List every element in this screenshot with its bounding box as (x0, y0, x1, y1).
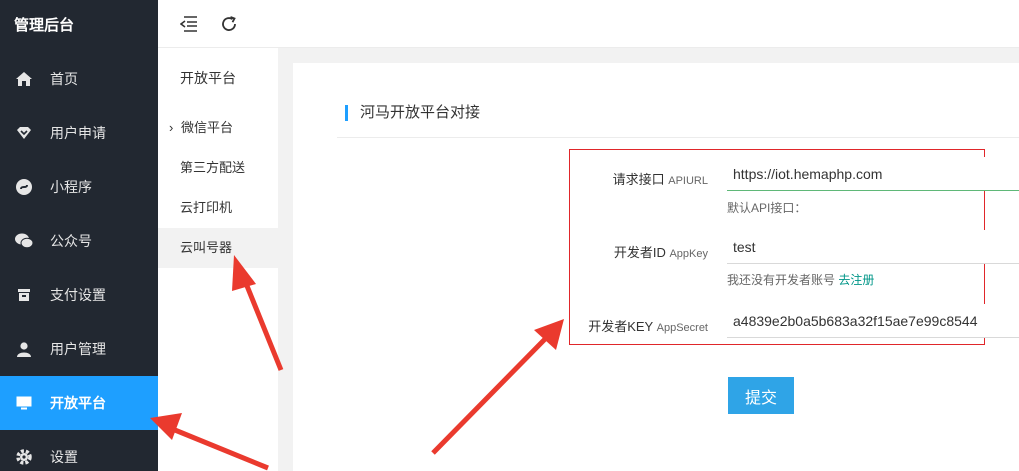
sidebar-item-user-applications[interactable]: 用户申请 (0, 106, 158, 160)
appkey-help-text: 我还没有开发者账号 (727, 273, 836, 287)
submenu-item-label: 微信平台 (181, 120, 234, 135)
apiurl-label-en: APIURL (668, 175, 708, 187)
monitor-icon (14, 393, 34, 413)
submenu-item-cloud-caller[interactable]: 云叫号器 (158, 228, 278, 268)
sidebar-item-label: 设置 (50, 449, 78, 465)
appkey-label-en: AppKey (669, 248, 708, 260)
app-brand: 管理后台 (14, 17, 75, 34)
payment-icon (14, 285, 34, 305)
top-bar (158, 0, 1019, 48)
sidebar: 管理后台 首页 用户申请 小程序 公众号 支付设置 用户管理 开放平台 设置 (0, 0, 158, 471)
user-icon (14, 339, 34, 359)
home-icon (14, 69, 34, 89)
secondary-menu: 开放平台 › 微信平台 第三方配送 云打印机 云叫号器 (158, 48, 278, 471)
main-card: 河马开放平台对接 请求接口 APIURL 默认API接口： 开发者ID AppK… (293, 63, 1019, 471)
sidebar-item-label: 开放平台 (50, 395, 106, 411)
sidebar-item-official-account[interactable]: 公众号 (0, 214, 158, 268)
sidebar-item-label: 支付设置 (50, 287, 106, 303)
appsecret-label: 开发者KEY AppSecret (563, 316, 708, 335)
appkey-help: 我还没有开发者账号 去注册 (727, 271, 874, 288)
sidebar-item-user-management[interactable]: 用户管理 (0, 322, 158, 376)
divider (337, 137, 1019, 138)
submit-button[interactable]: 提交 (728, 377, 794, 414)
heart-icon (14, 123, 34, 143)
miniapp-icon (14, 177, 34, 197)
wechat-icon (14, 231, 34, 251)
sidebar-item-label: 公众号 (50, 233, 92, 249)
submenu-item-cloud-printer[interactable]: 云打印机 (158, 188, 278, 228)
submenu-item-wechat-platform[interactable]: › 微信平台 (158, 108, 278, 148)
submenu-title: 开放平台 (180, 70, 236, 86)
sidebar-item-label: 小程序 (50, 179, 92, 195)
sidebar-item-label: 用户申请 (50, 125, 106, 141)
gear-icon (14, 447, 34, 467)
appkey-label: 开发者ID AppKey (563, 242, 708, 261)
sidebar-item-home[interactable]: 首页 (0, 52, 158, 106)
collapse-menu-icon[interactable] (178, 13, 200, 35)
sidebar-item-miniprogram[interactable]: 小程序 (0, 160, 158, 214)
card-title: 河马开放平台对接 (345, 105, 480, 121)
sidebar-item-open-platform[interactable]: 开放平台 (0, 376, 158, 430)
sidebar-item-label: 首页 (50, 71, 78, 87)
chevron-right-icon: › (169, 120, 174, 135)
appsecret-label-en: AppSecret (656, 322, 708, 334)
sidebar-item-label: 用户管理 (50, 341, 106, 357)
apiurl-label-cn: 请求接口 (612, 172, 665, 187)
appsecret-input[interactable] (727, 304, 1019, 338)
apiurl-help: 默认API接口： (727, 201, 807, 215)
apiurl-input[interactable] (727, 157, 1019, 191)
submenu-item-third-party-delivery[interactable]: 第三方配送 (158, 148, 278, 188)
appsecret-label-cn: 开发者KEY (588, 319, 653, 334)
appkey-input[interactable] (727, 230, 1019, 264)
refresh-icon[interactable] (218, 13, 240, 35)
sidebar-item-payment-settings[interactable]: 支付设置 (0, 268, 158, 322)
apiurl-label: 请求接口 APIURL (563, 169, 708, 188)
appkey-label-cn: 开发者ID (613, 245, 666, 260)
sidebar-item-settings[interactable]: 设置 (0, 430, 158, 471)
register-link[interactable]: 去注册 (838, 273, 874, 287)
